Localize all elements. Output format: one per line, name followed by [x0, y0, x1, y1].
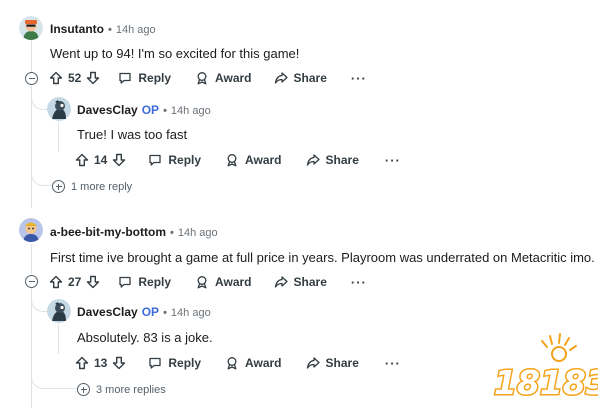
op-badge: OP [141, 305, 160, 319]
vote-count: 52 [68, 71, 82, 85]
vote-count: 27 [68, 275, 82, 289]
upvote-icon[interactable] [75, 356, 89, 370]
op-badge: OP [141, 103, 160, 117]
username[interactable]: a-bee-bit-my-bottom [50, 225, 166, 239]
share-icon [306, 357, 320, 369]
thread-line [58, 324, 59, 354]
timestamp[interactable]: 14h ago [171, 307, 211, 319]
downvote-icon[interactable] [86, 71, 100, 85]
more-replies-link[interactable]: 3 more replies [96, 384, 166, 396]
share-label: Share [293, 275, 327, 289]
share-button[interactable]: Share [274, 275, 327, 289]
watermark-logo: 18183 [490, 332, 600, 404]
comment-header: DavesClay OP • 14h ago [77, 305, 211, 319]
reply-icon [149, 357, 162, 369]
thread-line [31, 244, 32, 274]
award-button[interactable]: Award [225, 153, 282, 167]
share-label: Share [325, 153, 359, 167]
share-icon [306, 154, 320, 166]
more-options-button[interactable]: ··· [385, 356, 401, 371]
vote-group: 13 [75, 356, 126, 370]
more-options-button[interactable]: ··· [385, 153, 401, 168]
comment-actions: 14 Reply Award Share ··· [75, 150, 401, 170]
upvote-icon[interactable] [49, 275, 63, 289]
comment-body: Went up to 94! I'm so excited for this g… [50, 46, 300, 61]
timestamp[interactable]: 14h ago [116, 24, 156, 36]
share-button[interactable]: Share [274, 71, 327, 85]
upvote-icon[interactable] [49, 71, 63, 85]
share-button[interactable]: Share [306, 356, 359, 370]
share-icon [274, 72, 288, 84]
reply-icon [119, 276, 132, 288]
downvote-icon[interactable] [112, 153, 126, 167]
collapse-icon[interactable] [25, 275, 38, 288]
reply-button[interactable]: Reply [118, 275, 171, 289]
collapse-icon[interactable] [25, 72, 38, 85]
upvote-icon[interactable] [75, 153, 89, 167]
comment-header: Insutanto • 14h ago [50, 22, 156, 36]
award-button[interactable]: Award [195, 275, 252, 289]
avatar[interactable] [19, 218, 43, 242]
reply-label: Reply [168, 153, 202, 167]
comment-body: First time ive brought a game at full pr… [50, 250, 595, 265]
reply-icon [149, 154, 162, 166]
share-label: Share [325, 356, 359, 370]
separator-dot: • [108, 24, 112, 36]
reply-button[interactable]: Reply [118, 71, 171, 85]
expand-icon[interactable] [77, 383, 90, 396]
avatar[interactable] [19, 16, 43, 40]
expand-icon[interactable] [52, 180, 65, 193]
timestamp[interactable]: 14h ago [178, 227, 218, 239]
reply-button[interactable]: Reply [148, 356, 201, 370]
award-label: Award [215, 275, 252, 289]
separator-dot: • [163, 105, 167, 117]
downvote-icon[interactable] [112, 356, 126, 370]
comment-body: Absolutely. 83 is a joke. [77, 330, 213, 345]
separator-dot: • [170, 227, 174, 239]
award-button[interactable]: Award [225, 356, 282, 370]
comment-header: DavesClay OP • 14h ago [77, 103, 211, 117]
more-options-button[interactable]: ··· [351, 71, 367, 86]
more-options-button[interactable]: ··· [351, 275, 367, 290]
award-icon [227, 154, 237, 167]
avatar[interactable] [47, 97, 71, 121]
award-button[interactable]: Award [195, 71, 252, 85]
share-label: Share [293, 71, 327, 85]
vote-group: 52 [49, 71, 100, 85]
reply-button[interactable]: Reply [148, 153, 201, 167]
username[interactable]: DavesClay [77, 305, 138, 319]
award-icon [197, 276, 207, 289]
vote-count: 13 [94, 356, 108, 370]
reply-label: Reply [168, 356, 202, 370]
share-button[interactable]: Share [306, 153, 359, 167]
separator-dot: • [163, 307, 167, 319]
comment-body: True! I was too fast [77, 127, 188, 142]
award-icon [197, 72, 207, 85]
thread-line [58, 122, 59, 152]
comment-actions: 13 Reply Award Share ··· [75, 353, 401, 373]
avatar[interactable] [47, 299, 71, 323]
comment-actions: 27 Reply Award Share ··· [49, 272, 367, 292]
vote-group: 27 [49, 275, 100, 289]
username[interactable]: Insutanto [50, 22, 104, 36]
award-label: Award [215, 71, 252, 85]
award-icon [227, 357, 237, 370]
reply-label: Reply [138, 71, 172, 85]
thread-line [31, 40, 32, 72]
watermark-text: 18183 [494, 363, 598, 402]
more-replies-link[interactable]: 1 more reply [71, 181, 132, 193]
vote-count: 14 [94, 153, 108, 167]
downvote-icon[interactable] [86, 275, 100, 289]
username[interactable]: DavesClay [77, 103, 138, 117]
award-label: Award [245, 356, 282, 370]
comment-header: a-bee-bit-my-bottom • 14h ago [50, 225, 218, 239]
reply-icon [119, 72, 132, 84]
share-icon [274, 276, 288, 288]
award-label: Award [245, 153, 282, 167]
reply-label: Reply [138, 275, 172, 289]
timestamp[interactable]: 14h ago [171, 105, 211, 117]
comment-actions: 52 Reply Award Share ··· [49, 68, 367, 88]
vote-group: 14 [75, 153, 126, 167]
